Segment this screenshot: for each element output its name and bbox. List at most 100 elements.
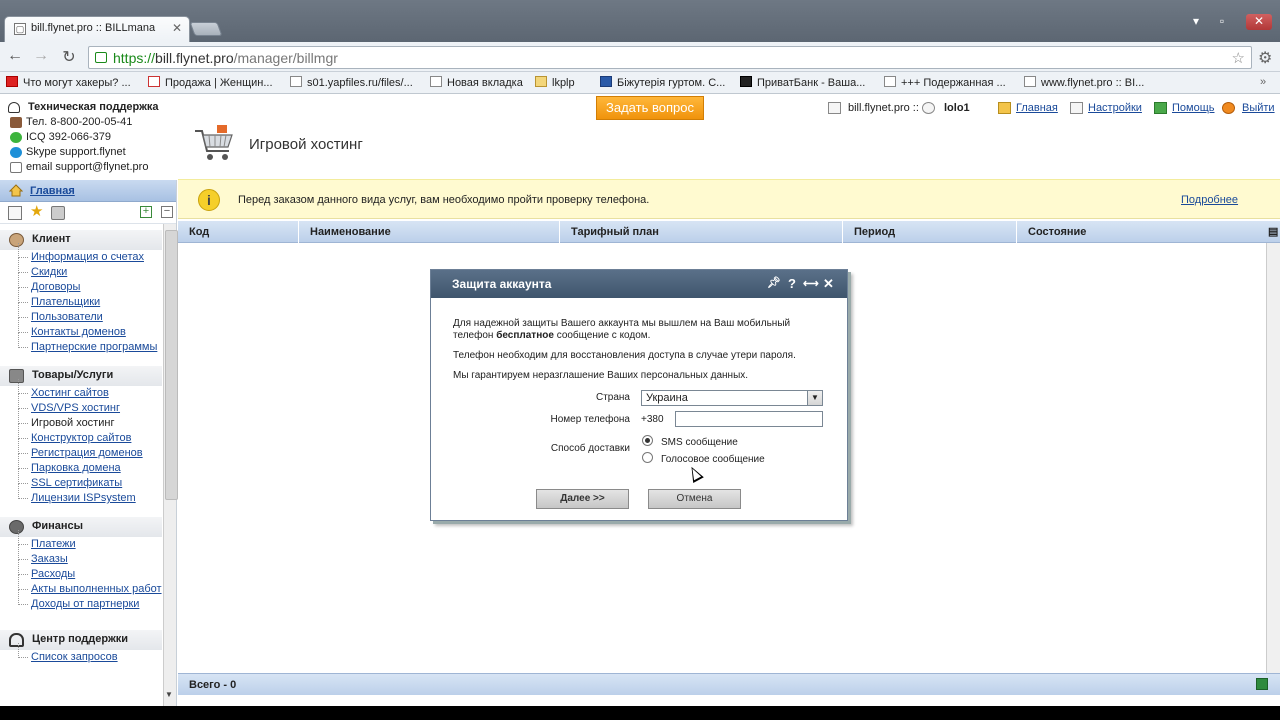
- bookmark-item[interactable]: lkplp: [535, 76, 575, 89]
- close-icon[interactable]: ✕: [823, 276, 834, 292]
- sidebar-item[interactable]: Доходы от партнерки: [0, 590, 162, 612]
- home-icon: [9, 184, 23, 197]
- bookmark-item[interactable]: www.flynet.pro :: BI...: [1024, 76, 1144, 89]
- bookmark-item[interactable]: Продажа | Женщин...: [148, 76, 273, 89]
- sidebar-item[interactable]: Список запросов: [0, 643, 162, 665]
- address-bar[interactable]: https://bill.flynet.pro/manager/billmgr …: [88, 46, 1252, 69]
- column-tariff[interactable]: Тарифный план: [560, 221, 843, 243]
- browser-toolbar: ← → ↻ https://bill.flynet.pro/manager/bi…: [0, 42, 1280, 72]
- dialog-paragraph: Мы гарантируем неразглашение Ваших персо…: [453, 370, 749, 381]
- excel-export-icon[interactable]: [1256, 678, 1268, 690]
- site-name: bill.flynet.pro ::: [848, 102, 919, 114]
- support-email: email support@flynet.pro: [8, 160, 159, 175]
- home-link[interactable]: Главная: [1016, 102, 1058, 114]
- back-icon[interactable]: ←: [4, 47, 26, 65]
- maximize-icon[interactable]: ▫: [1212, 14, 1232, 30]
- scrollbar-thumb[interactable]: [165, 230, 178, 500]
- table-footer: Всего - 0: [178, 673, 1280, 695]
- more-bookmarks-icon[interactable]: »: [1260, 76, 1266, 88]
- country-label: Страна: [595, 392, 630, 403]
- sidebar-scrollbar[interactable]: ▼: [163, 224, 178, 706]
- bookmark-item[interactable]: ПриватБанк - Ваша...: [740, 76, 865, 89]
- sidebar: Главная ★ + − Клиент Информация о счетах…: [0, 180, 178, 706]
- sidebar-item[interactable]: Партнерские программы: [0, 333, 162, 355]
- list-view-icon[interactable]: [8, 206, 22, 220]
- resize-icon[interactable]: ⟷: [803, 277, 819, 290]
- sms-radio[interactable]: [642, 435, 653, 446]
- url-path: /manager/billmgr: [233, 50, 338, 66]
- browser-tab[interactable]: ▢ bill.flynet.pro :: BILLmana ✕: [4, 16, 190, 42]
- cancel-button[interactable]: Отмена: [648, 489, 741, 509]
- collapse-all-icon[interactable]: −: [161, 206, 173, 218]
- scroll-down-icon[interactable]: ▼: [165, 690, 173, 699]
- chevron-down-icon[interactable]: ▼: [807, 391, 822, 405]
- browser-icon: [828, 102, 841, 114]
- column-name[interactable]: Наименование: [299, 221, 560, 243]
- ask-question-button[interactable]: Задать вопрос: [596, 96, 704, 120]
- sidebar-group-client: Клиент Информация о счетах Скидки Догово…: [0, 230, 162, 355]
- column-status[interactable]: Состояние: [1017, 221, 1266, 243]
- column-chooser-icon[interactable]: ▤: [1266, 221, 1280, 243]
- sidebar-main-link[interactable]: Главная: [0, 180, 176, 202]
- bookmark-item[interactable]: Біжутерія гуртом. С...: [600, 76, 725, 89]
- table-scrollbar[interactable]: [1266, 243, 1280, 673]
- bookmark-star-icon[interactable]: ☆: [1232, 49, 1245, 67]
- url-scheme: https://: [113, 50, 156, 66]
- envelope-icon: [10, 162, 22, 173]
- table-header: Код Наименование Тарифный план Период Со…: [178, 221, 1280, 243]
- phone-prefix: +380: [641, 414, 664, 425]
- username: lolo1: [944, 102, 970, 114]
- dialog-title: Защита аккаунта: [452, 277, 552, 291]
- tab-strip: ▢ bill.flynet.pro :: BILLmana ✕ ▾ ▫ ✕: [0, 0, 1280, 42]
- bookmark-item[interactable]: s01.yapfiles.ru/files/...: [290, 76, 413, 89]
- pin-icon[interactable]: 📌︎: [767, 276, 781, 289]
- site-icon: [148, 76, 160, 87]
- bookmark-item[interactable]: Что могут хакеры? ...: [6, 76, 131, 89]
- new-tab-button[interactable]: [189, 22, 223, 36]
- minimize-icon[interactable]: ▾: [1186, 14, 1206, 30]
- close-tab-icon[interactable]: ✕: [172, 21, 182, 35]
- country-select[interactable]: Украина ▼: [641, 390, 823, 406]
- support-icq: ICQ 392-066-379: [8, 130, 159, 145]
- page-icon: [1024, 76, 1036, 87]
- sidebar-item[interactable]: Лицензии ISPsystem: [0, 484, 162, 506]
- reload-icon[interactable]: ↻: [58, 47, 80, 67]
- home-icon: [998, 102, 1011, 114]
- settings-link[interactable]: Настройки: [1088, 102, 1142, 114]
- column-code[interactable]: Код: [178, 221, 299, 243]
- total-count: Всего - 0: [189, 679, 237, 691]
- bookmark-item[interactable]: +++ Подержанная ...: [884, 76, 1006, 89]
- column-period[interactable]: Период: [843, 221, 1017, 243]
- logout-link[interactable]: Выйти: [1242, 102, 1275, 114]
- help-icon[interactable]: ?: [788, 276, 796, 291]
- dialog-paragraph: Телефон необходим для восстановления дос…: [453, 350, 796, 361]
- briefcase-icon[interactable]: [51, 206, 65, 220]
- expand-all-icon[interactable]: +: [140, 206, 152, 218]
- close-window-icon[interactable]: ✕: [1246, 14, 1272, 30]
- youtube-icon: [6, 76, 18, 87]
- support-skype: Skype support.flynet: [8, 145, 159, 160]
- wrench-icon[interactable]: ⚙: [1258, 48, 1272, 68]
- help-link[interactable]: Помощь: [1172, 102, 1215, 114]
- bookmark-item[interactable]: Новая вкладка: [430, 76, 523, 89]
- phone-verification-notice: i Перед заказом данного вида услуг, вам …: [178, 179, 1280, 219]
- dialog-body: Для надежной защиты Вашего аккаунта мы в…: [431, 298, 847, 382]
- phone-input[interactable]: [675, 411, 823, 427]
- account-protection-dialog: Защита аккаунта 📌︎ ? ⟷ ✕ Для надежной за…: [430, 269, 848, 521]
- sms-option-label[interactable]: SMS сообщение: [661, 437, 738, 448]
- more-info-link[interactable]: Подробнее: [1181, 194, 1238, 206]
- support-contacts: Техническая поддержка Тел. 8-800-200-05-…: [8, 100, 159, 175]
- country-value: Украина: [646, 392, 688, 404]
- next-button[interactable]: Далее >>: [536, 489, 629, 509]
- favorites-star-icon[interactable]: ★: [30, 204, 44, 220]
- phone-label: Номер телефона: [550, 414, 630, 425]
- power-icon: [1222, 102, 1235, 114]
- sidebar-toolbar: ★ + −: [0, 202, 176, 224]
- delivery-label: Способ доставки: [550, 443, 630, 454]
- page-icon: [430, 76, 442, 87]
- voice-radio[interactable]: [642, 452, 653, 463]
- info-icon: i: [198, 189, 220, 211]
- browser-window: ▢ bill.flynet.pro :: BILLmana ✕ ▾ ▫ ✕ ← …: [0, 0, 1280, 706]
- voice-option-label[interactable]: Голосовое сообщение: [661, 454, 765, 465]
- forward-icon[interactable]: →: [30, 47, 52, 65]
